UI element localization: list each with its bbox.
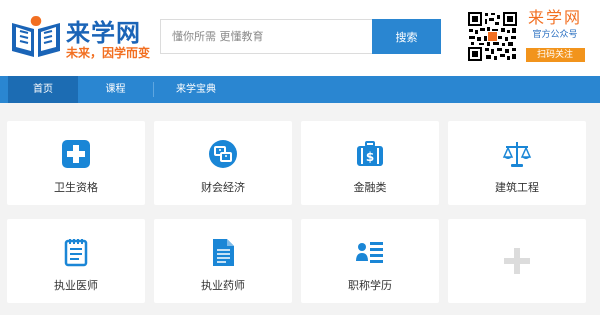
search-button[interactable]: 搜索 (372, 19, 441, 54)
wechat-official-account: 来学网 官方公众号 扫码关注 (519, 8, 591, 68)
main-nav: 首页 课程 来学宝典 (0, 76, 600, 103)
scales-icon (502, 142, 532, 167)
category-card-title-degree[interactable]: 职称学历 (301, 219, 439, 303)
scan-follow-button[interactable]: 扫码关注 (525, 48, 585, 62)
category-card-more[interactable] (448, 219, 586, 303)
category-card-accounting[interactable]: 财会经济 (154, 121, 292, 205)
category-card-finance[interactable]: $ 金融类 (301, 121, 439, 205)
category-card-construction[interactable]: 建筑工程 (448, 121, 586, 205)
category-label: 执业医师 (54, 279, 98, 292)
nav-item-home[interactable]: 首页 (8, 76, 78, 103)
category-label: 建筑工程 (495, 181, 539, 194)
header: 来学网 未来，因学而变 搜索 来学网 官方公众号 扫码关注 (0, 0, 600, 76)
search-bar: 搜索 (160, 19, 441, 54)
category-card-physician[interactable]: 执业医师 (7, 219, 145, 303)
document-icon (213, 239, 234, 266)
category-label: 卫生资格 (54, 181, 98, 194)
brand-slogan: 未来，因学而变 (66, 46, 151, 60)
category-label: 执业药师 (201, 279, 245, 292)
category-label: 金融类 (353, 181, 387, 194)
wechat-title: 来学网 (527, 8, 582, 27)
briefcase-money-icon: $ (357, 141, 383, 166)
medical-cross-icon (62, 140, 90, 168)
nav-item-courses[interactable]: 课程 (78, 76, 153, 103)
search-input[interactable] (160, 19, 372, 54)
site-logo[interactable]: 来学网 未来，因学而变 (10, 13, 150, 63)
category-label: 职称学历 (348, 279, 392, 292)
add-more-icon (504, 248, 530, 274)
category-card-pharmacist[interactable]: 执业药师 (154, 219, 292, 303)
qr-code-icon[interactable] (467, 11, 518, 62)
notepad-icon (64, 239, 88, 267)
profile-list-icon (356, 242, 383, 263)
svg-text:$: $ (366, 150, 374, 164)
wechat-subtitle: 官方公众号 (532, 30, 578, 40)
open-book-logo-icon (12, 16, 60, 57)
category-card-health[interactable]: 卫生资格 (7, 121, 145, 205)
category-label: 财会经济 (201, 181, 245, 194)
nav-item-guide[interactable]: 来学宝典 (154, 76, 238, 103)
finance-exchange-icon (209, 140, 237, 168)
brand-name: 来学网 (66, 19, 141, 47)
